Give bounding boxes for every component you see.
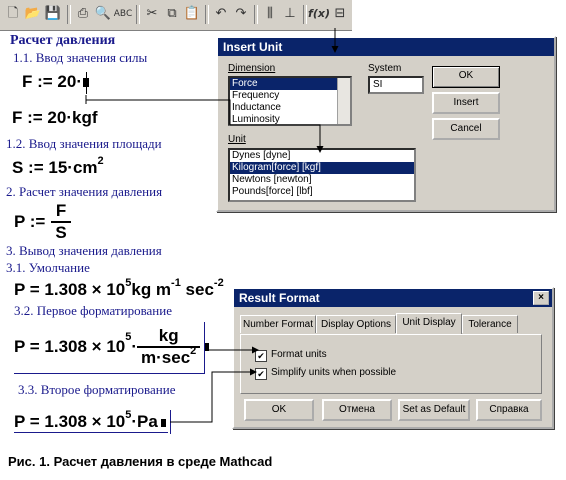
arrow-simplify-units (170, 368, 257, 423)
connector-arrows (85, 28, 339, 423)
tab-unit-display[interactable]: Unit Display (396, 313, 462, 334)
arrow-unit-selection (85, 95, 324, 153)
figure-caption: Рис. 1. Расчет давления в среде Mathcad (8, 454, 273, 469)
